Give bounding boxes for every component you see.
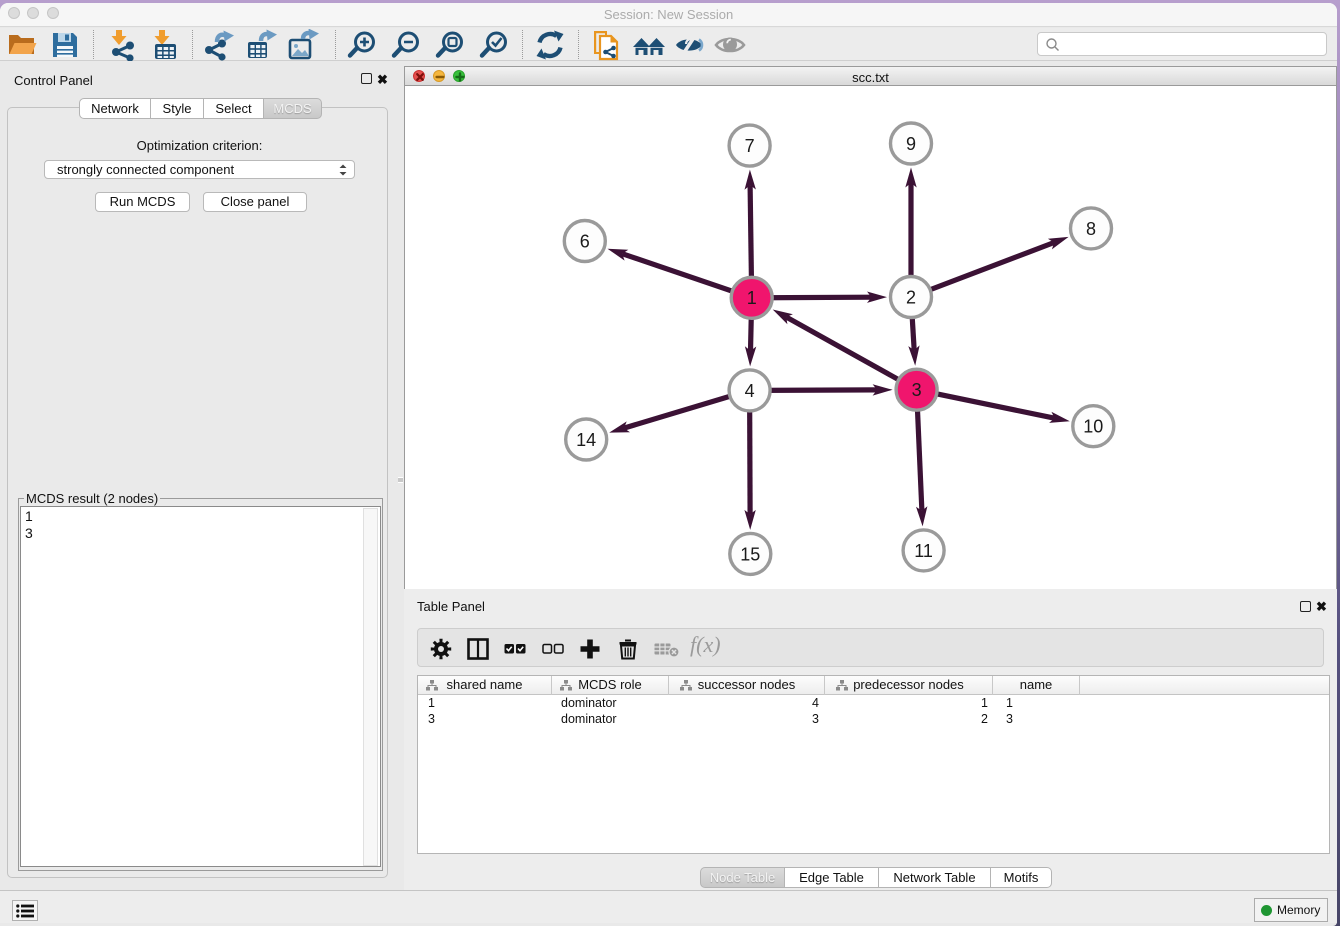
svg-text:2: 2 — [906, 287, 916, 307]
svg-text:3: 3 — [912, 380, 922, 400]
svg-text:10: 10 — [1083, 417, 1103, 437]
svg-text:7: 7 — [745, 136, 755, 156]
svg-text:1: 1 — [747, 288, 757, 308]
svg-text:9: 9 — [906, 134, 916, 154]
svg-text:14: 14 — [576, 430, 596, 450]
svg-text:4: 4 — [745, 381, 755, 401]
svg-text:8: 8 — [1086, 219, 1096, 239]
svg-text:6: 6 — [580, 231, 590, 251]
svg-text:15: 15 — [740, 544, 760, 564]
svg-text:11: 11 — [914, 541, 933, 561]
